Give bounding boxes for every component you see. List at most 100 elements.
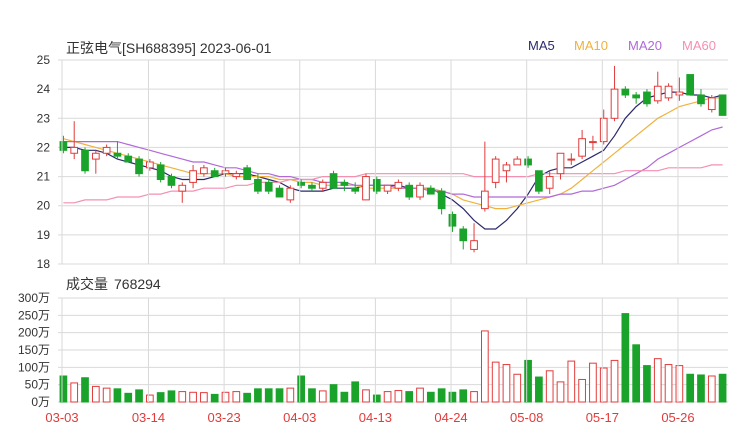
candle-body — [167, 176, 176, 186]
candle-body — [697, 94, 705, 105]
candle — [362, 173, 370, 201]
price-tick-label: 19 — [37, 228, 51, 242]
volume-bar — [653, 358, 662, 403]
candle — [589, 135, 597, 151]
volume-bar — [254, 388, 262, 403]
volume-bar — [351, 381, 360, 403]
volume-bar — [664, 364, 673, 403]
candle — [178, 182, 187, 203]
volume-bar — [146, 394, 154, 403]
volume-bar — [167, 390, 176, 403]
candle — [156, 162, 165, 183]
price-tick-label: 25 — [37, 53, 51, 67]
candle — [210, 167, 219, 178]
candle — [426, 185, 435, 195]
volume-bar — [686, 373, 695, 403]
candle — [491, 156, 500, 189]
candle — [470, 223, 478, 253]
candle — [556, 152, 565, 180]
candle — [59, 135, 68, 154]
candle — [697, 89, 705, 107]
volume-bar — [426, 391, 435, 403]
candle-body — [200, 167, 208, 175]
candle-body — [621, 88, 630, 96]
candle — [308, 182, 316, 192]
candle-body — [254, 178, 262, 192]
candle-body — [632, 94, 640, 99]
candle-body — [135, 158, 143, 175]
volume-bar — [329, 384, 338, 403]
candle — [200, 164, 208, 177]
candle-body — [308, 184, 316, 189]
candle — [394, 179, 403, 192]
candle — [664, 83, 673, 101]
volume-bar — [535, 376, 543, 403]
candle-body — [643, 91, 651, 105]
candle-body — [545, 176, 554, 189]
candle-body — [513, 158, 522, 166]
volume-bar — [524, 359, 532, 403]
candle-body — [675, 91, 684, 96]
candle — [189, 164, 197, 189]
candle-body — [362, 176, 370, 201]
volume-bars — [59, 313, 727, 403]
candle-body — [426, 187, 435, 195]
volume-bar — [632, 344, 640, 403]
candle — [610, 65, 619, 122]
volume-bar — [556, 381, 565, 403]
candle-body — [318, 181, 327, 189]
volume-tick-label: 100万 — [18, 360, 50, 374]
x-tick-label: 04-03 — [283, 410, 316, 425]
candle-body — [437, 190, 446, 210]
candle — [135, 156, 143, 177]
volume-tick-label: 250万 — [18, 308, 50, 322]
candle-body — [567, 158, 576, 161]
volume-tick-label: 50万 — [25, 378, 50, 392]
candle — [524, 156, 532, 168]
volume-bar — [491, 361, 500, 403]
candle-body — [329, 173, 338, 189]
price-tick-label: 24 — [37, 82, 51, 96]
volume-bar — [178, 391, 187, 403]
volume-bar — [124, 392, 133, 403]
volume-tick-label: 0万 — [31, 395, 50, 409]
volume-bar — [459, 389, 468, 403]
volume-bar — [264, 388, 273, 403]
candle — [340, 179, 349, 192]
candle-body — [232, 173, 241, 178]
volume-bar — [286, 387, 295, 403]
candle — [329, 170, 338, 189]
candle — [718, 94, 727, 116]
candle-body — [81, 149, 89, 172]
candle — [243, 164, 251, 180]
volume-bar — [275, 388, 284, 403]
candle — [707, 94, 716, 113]
candle — [81, 147, 89, 174]
candle-body — [491, 158, 500, 183]
volume-bar — [340, 391, 349, 403]
candle-body — [372, 178, 381, 192]
volume-bar — [610, 359, 619, 403]
volume-bar — [59, 375, 68, 403]
candle — [632, 92, 640, 104]
candle-body — [470, 240, 478, 250]
volume-bar — [210, 393, 219, 403]
volume-bar — [372, 394, 381, 403]
candle-body — [91, 152, 100, 160]
candle — [286, 185, 295, 203]
candle — [70, 121, 79, 160]
volume-bar — [91, 385, 100, 403]
ma-line-ma5 — [63, 91, 723, 230]
candle — [437, 188, 446, 215]
candle-body — [610, 88, 619, 119]
candle-body — [264, 181, 273, 192]
candle — [567, 153, 576, 165]
volume-bar — [643, 365, 651, 403]
volume-bar — [481, 330, 489, 403]
candle-body — [286, 187, 295, 201]
x-tick-label: 04-24 — [434, 410, 467, 425]
x-tick-label: 03-23 — [207, 410, 240, 425]
moving-average-lines — [63, 91, 723, 230]
volume-bar — [156, 392, 165, 403]
candle-body — [556, 152, 565, 175]
